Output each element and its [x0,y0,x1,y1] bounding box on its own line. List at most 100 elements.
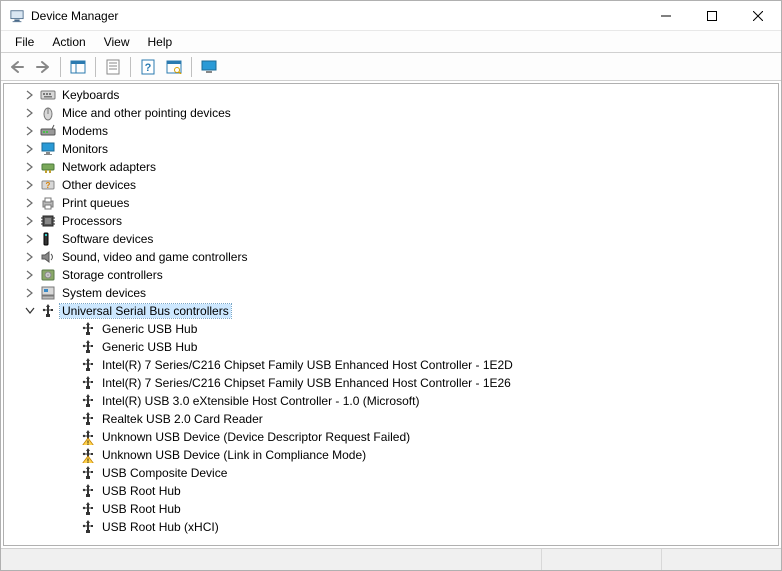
show-hide-tree-button[interactable] [66,56,90,78]
expander-icon[interactable] [24,161,36,173]
tree-node[interactable]: Universal Serial Bus controllers [4,302,778,320]
help-button[interactable]: ? [136,56,160,78]
tree-node-label: Storage controllers [60,268,165,282]
expander-icon[interactable] [24,107,36,119]
expander-icon[interactable] [24,197,36,209]
tree-node-label: Generic USB Hub [100,322,199,336]
monitor-icon [40,141,56,157]
tree-node[interactable]: Generic USB Hub [4,320,778,338]
menu-help[interactable]: Help [140,33,181,51]
tree-node[interactable]: Other devices [4,176,778,194]
device-tree[interactable]: Keyboards Mice and other pointing device… [4,86,778,536]
content-wrap: Keyboards Mice and other pointing device… [1,81,781,570]
tree-node-label: Sound, video and game controllers [60,250,249,264]
tree-node-label: Other devices [60,178,138,192]
tree-node[interactable]: Print queues [4,194,778,212]
tree-node[interactable]: Unknown USB Device (Link in Compliance M… [4,446,778,464]
usb-icon [80,411,96,427]
expander-icon[interactable] [24,269,36,281]
tree-node-label: USB Root Hub [100,502,183,516]
tree-node-label: Modems [60,124,110,138]
tree-node-label: USB Root Hub [100,484,183,498]
tree-node-label: Universal Serial Bus controllers [60,304,231,318]
tree-node-label: Processors [60,214,124,228]
tree-node[interactable]: Modems [4,122,778,140]
usb-warning-icon [80,429,96,445]
properties-button[interactable] [101,56,125,78]
toolbar-separator [95,57,96,77]
tree-node[interactable]: USB Root Hub (xHCI) [4,518,778,536]
tree-node[interactable]: Network adapters [4,158,778,176]
tree-node[interactable]: System devices [4,284,778,302]
tree-node[interactable]: Storage controllers [4,266,778,284]
tree-node-label: USB Composite Device [100,466,229,480]
expander-icon[interactable] [24,215,36,227]
titlebar: Device Manager [1,1,781,31]
toolbar-separator [130,57,131,77]
storage-controller-icon [40,267,56,283]
tree-node[interactable]: USB Composite Device [4,464,778,482]
monitor-button[interactable] [197,56,221,78]
tree-node-label: System devices [60,286,148,300]
back-button[interactable] [5,56,29,78]
statusbar [1,548,781,570]
menu-file[interactable]: File [7,33,42,51]
tree-node[interactable]: Intel(R) USB 3.0 eXtensible Host Control… [4,392,778,410]
toolbar-separator [191,57,192,77]
tree-node[interactable]: Mice and other pointing devices [4,104,778,122]
keyboard-icon [40,87,56,103]
system-device-icon [40,285,56,301]
usb-icon [80,393,96,409]
tree-node[interactable]: Software devices [4,230,778,248]
expander-icon[interactable] [24,125,36,137]
tree-node-label: Intel(R) 7 Series/C216 Chipset Family US… [100,358,515,372]
modem-icon [40,123,56,139]
tree-node[interactable]: Unknown USB Device (Device Descriptor Re… [4,428,778,446]
scan-hardware-button[interactable] [162,56,186,78]
window-controls [643,1,781,30]
other-device-icon [40,177,56,193]
expander-icon[interactable] [24,305,36,317]
forward-button[interactable] [31,56,55,78]
toolbar-separator [60,57,61,77]
minimize-button[interactable] [643,1,689,30]
tree-node[interactable]: Keyboards [4,86,778,104]
expander-icon[interactable] [24,287,36,299]
menu-action[interactable]: Action [44,33,93,51]
usb-icon [80,357,96,373]
tree-node[interactable]: Intel(R) 7 Series/C216 Chipset Family US… [4,356,778,374]
expander-icon[interactable] [24,179,36,191]
tree-node[interactable]: Sound, video and game controllers [4,248,778,266]
window-title: Device Manager [31,9,118,23]
tree-node-label: Keyboards [60,88,121,102]
usb-icon [80,375,96,391]
close-button[interactable] [735,1,781,30]
tree-node[interactable]: Processors [4,212,778,230]
tree-node[interactable]: Realtek USB 2.0 Card Reader [4,410,778,428]
tree-node[interactable]: USB Root Hub [4,500,778,518]
sound-icon [40,249,56,265]
expander-icon[interactable] [24,89,36,101]
tree-node-label: USB Root Hub (xHCI) [100,520,221,534]
tree-node[interactable]: Generic USB Hub [4,338,778,356]
expander-icon[interactable] [24,233,36,245]
tree-node-label: Intel(R) USB 3.0 eXtensible Host Control… [100,394,421,408]
device-tree-panel[interactable]: Keyboards Mice and other pointing device… [3,83,779,546]
mouse-icon [40,105,56,121]
tree-node[interactable]: Intel(R) 7 Series/C216 Chipset Family US… [4,374,778,392]
expander-icon[interactable] [24,143,36,155]
network-adapter-icon [40,159,56,175]
tree-node-label: Unknown USB Device (Device Descriptor Re… [100,430,412,444]
expander-icon[interactable] [24,251,36,263]
svg-text:?: ? [145,62,152,74]
usb-icon [80,483,96,499]
maximize-button[interactable] [689,1,735,30]
processor-icon [40,213,56,229]
usb-warning-icon [80,447,96,463]
tree-node-label: Network adapters [60,160,158,174]
tree-node[interactable]: USB Root Hub [4,482,778,500]
usb-controller-icon [40,303,56,319]
menu-view[interactable]: View [96,33,138,51]
tree-node[interactable]: Monitors [4,140,778,158]
status-segment [1,549,541,570]
